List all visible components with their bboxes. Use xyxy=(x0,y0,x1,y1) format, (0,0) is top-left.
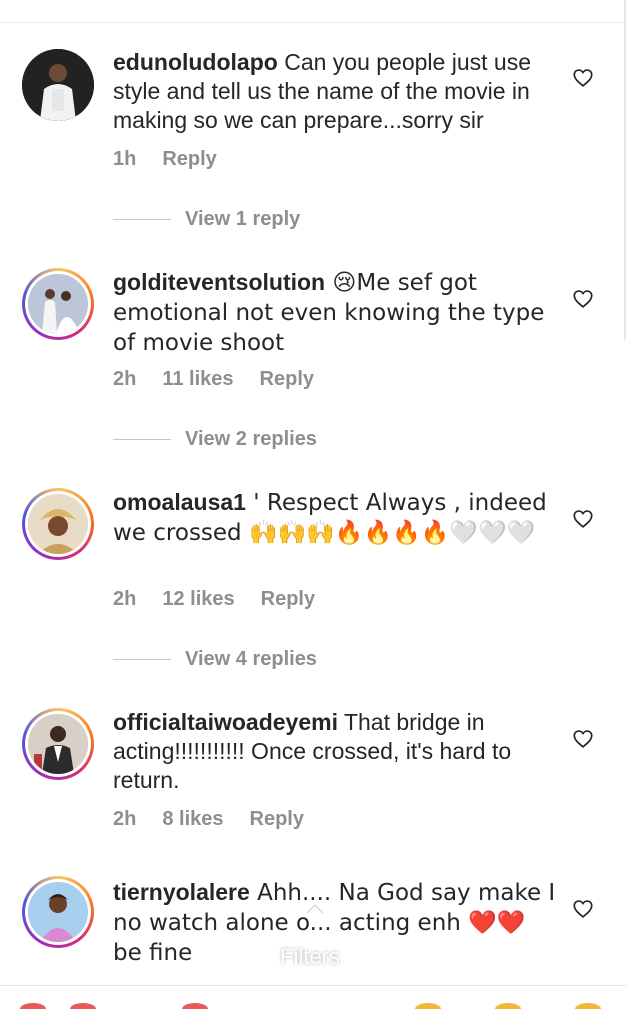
avatar-image xyxy=(28,274,88,334)
comment-meta: 2h 11 likes Reply xyxy=(113,368,314,391)
avatar[interactable] xyxy=(22,268,94,340)
avatar-frame xyxy=(25,271,91,337)
comment-text: edunoludolapo Can you people just use st… xyxy=(113,48,561,135)
emoji-reaction[interactable] xyxy=(182,1003,208,1009)
reply-button[interactable]: Reply xyxy=(162,148,216,171)
avatar-frame xyxy=(25,491,91,557)
avatar-image xyxy=(28,882,88,942)
comment-username[interactable]: officialtaiwoadeyemi xyxy=(113,709,338,735)
emoji-bar xyxy=(0,1000,626,1009)
reply-button[interactable]: Reply xyxy=(261,588,315,611)
comment-time: 2h xyxy=(113,368,137,390)
emoji-reaction[interactable] xyxy=(70,1003,96,1009)
top-divider xyxy=(0,22,626,23)
replies-line xyxy=(113,219,171,220)
avatar-image xyxy=(28,714,88,774)
comment-text: golditeventsolution 😢Me sef got emotiona… xyxy=(113,268,561,358)
comment-username[interactable]: tiernyolalere xyxy=(113,879,250,905)
likes-count[interactable]: 11 likes xyxy=(162,368,233,391)
view-replies-label: View 1 reply xyxy=(185,208,301,230)
avatar[interactable] xyxy=(22,708,94,780)
heart-outline-icon[interactable] xyxy=(572,288,594,310)
emoji-reaction[interactable] xyxy=(20,1003,46,1009)
comment-meta: 2h 12 likes Reply xyxy=(113,588,315,611)
avatar-image xyxy=(22,49,94,121)
view-replies-button[interactable]: View 4 replies xyxy=(113,648,317,671)
likes-count[interactable]: 12 likes xyxy=(162,588,234,611)
avatar-frame xyxy=(25,711,91,777)
comment-username[interactable]: edunoludolapo xyxy=(113,49,278,75)
bottom-divider xyxy=(0,985,626,986)
chevron-up-icon[interactable] xyxy=(304,900,326,916)
reply-button[interactable]: Reply xyxy=(250,808,304,831)
view-replies-label: View 2 replies xyxy=(185,428,317,450)
comment-meta: 2h 8 likes Reply xyxy=(113,808,304,831)
comment-text: officialtaiwoadeyemi That bridge in acti… xyxy=(113,708,561,795)
avatar-image xyxy=(28,494,88,554)
filters-button[interactable]: Filters xyxy=(280,944,340,970)
avatar[interactable] xyxy=(22,876,94,948)
emoji-reaction[interactable] xyxy=(415,1003,441,1009)
comment-username[interactable]: omoalausa1 xyxy=(113,489,246,515)
heart-outline-icon[interactable] xyxy=(572,67,594,89)
heart-outline-icon[interactable] xyxy=(572,508,594,530)
comments-screen: edunoludolapo Can you people just use st… xyxy=(0,0,626,1009)
avatar[interactable] xyxy=(22,49,94,121)
likes-count[interactable]: 8 likes xyxy=(162,808,223,831)
comment-text: omoalausa1 ' Respect Always , indeed we … xyxy=(113,488,561,548)
comment-meta: 1h Reply xyxy=(113,148,217,171)
comment-time: 1h xyxy=(113,148,137,170)
reply-button[interactable]: Reply xyxy=(260,368,314,391)
replies-line xyxy=(113,439,171,440)
comment-time: 2h xyxy=(113,808,137,830)
heart-outline-icon[interactable] xyxy=(572,728,594,750)
emoji-reaction[interactable] xyxy=(495,1003,521,1009)
replies-line xyxy=(113,659,171,660)
avatar-frame xyxy=(25,879,91,945)
view-replies-button[interactable]: View 2 replies xyxy=(113,428,317,451)
emoji-reaction[interactable] xyxy=(575,1003,601,1009)
view-replies-button[interactable]: View 1 reply xyxy=(113,208,300,231)
avatar[interactable] xyxy=(22,488,94,560)
comment-username[interactable]: golditeventsolution xyxy=(113,269,325,295)
heart-outline-icon[interactable] xyxy=(572,898,594,920)
comment-time: 2h xyxy=(113,588,137,610)
view-replies-label: View 4 replies xyxy=(185,648,317,670)
